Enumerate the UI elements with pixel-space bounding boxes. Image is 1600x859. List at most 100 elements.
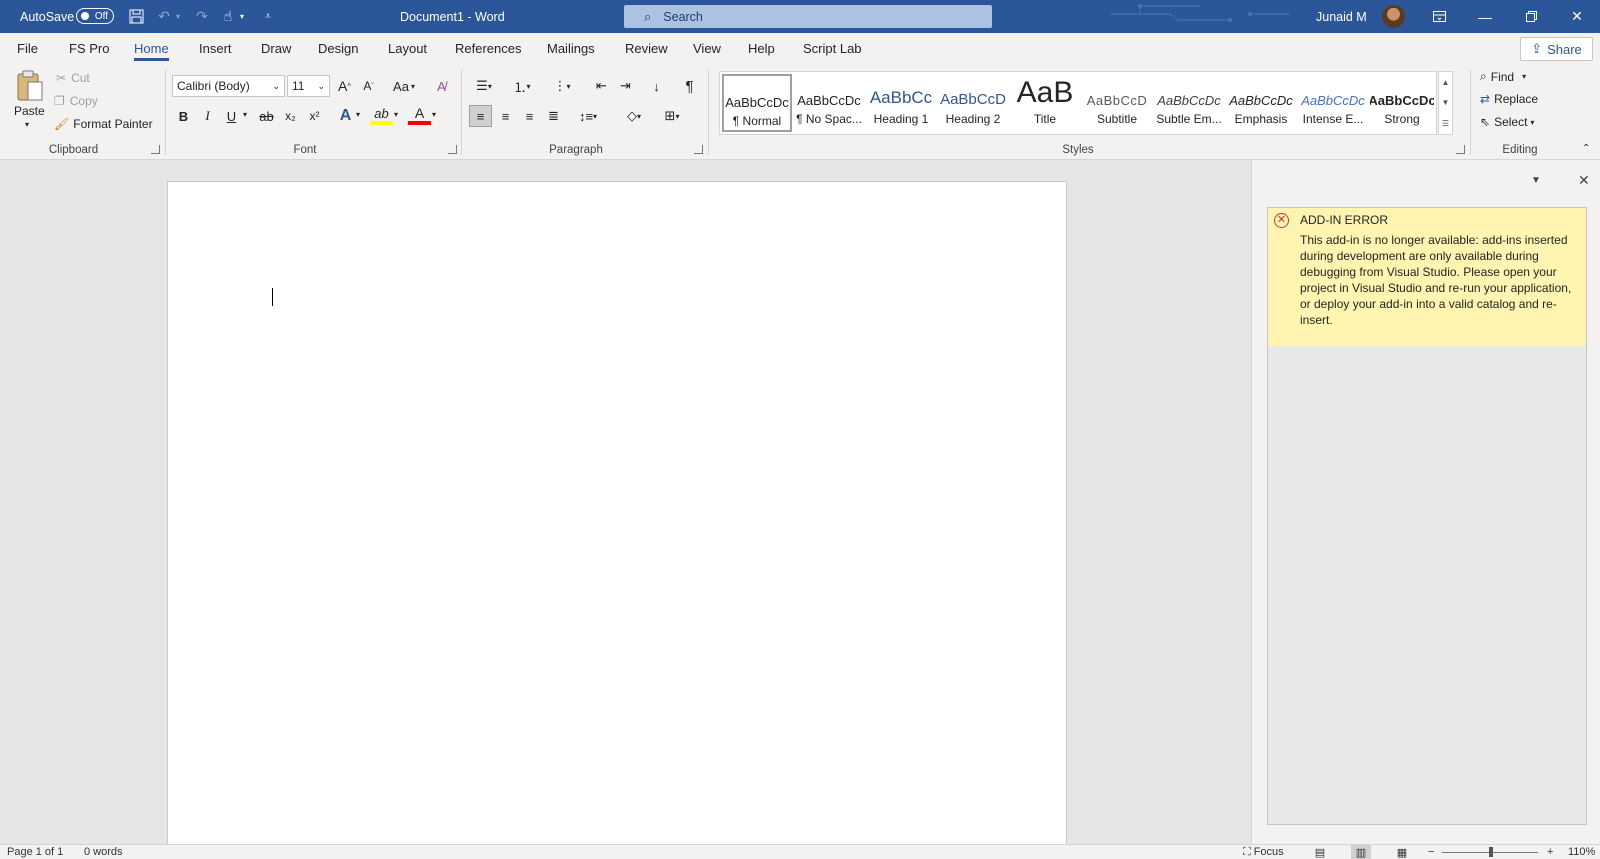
numbering-icon[interactable]: ⒈ ▾ <box>506 75 538 97</box>
text-effects-button[interactable]: A <box>334 105 357 127</box>
style-heading-2[interactable]: AaBbCcD Heading 2 <box>938 74 1008 132</box>
tab-insert[interactable]: Insert <box>199 33 232 65</box>
paste-dropdown-icon[interactable]: ▾ <box>25 120 29 129</box>
paragraph-launcher-icon[interactable] <box>694 145 703 154</box>
paste-icon[interactable] <box>14 70 46 102</box>
font-color-button[interactable]: A <box>408 105 431 125</box>
touch-mode-icon[interactable]: ☝ <box>218 0 238 33</box>
document-page[interactable] <box>167 181 1067 859</box>
tab-draw[interactable]: Draw <box>261 33 291 65</box>
minimize-icon[interactable]: — <box>1462 0 1508 33</box>
change-case-button[interactable]: Aa ▾ <box>387 75 421 97</box>
superscript-button[interactable]: x² <box>303 105 326 127</box>
tab-fs-pro[interactable]: FS Pro <box>69 33 109 65</box>
justify-icon[interactable]: ≣ <box>542 105 565 127</box>
style-title[interactable]: AaB Title <box>1010 74 1080 132</box>
tab-mailings[interactable]: Mailings <box>547 33 595 65</box>
more-icon[interactable]: ☰ <box>1442 119 1449 128</box>
align-center-icon[interactable]: ≡ <box>494 105 517 127</box>
clipboard-launcher-icon[interactable] <box>151 145 160 154</box>
copy-button[interactable]: ❐ Copy <box>54 94 98 108</box>
page-count[interactable]: Page 1 of 1 <box>7 846 63 858</box>
style-subtitle[interactable]: AaBbCcD Subtitle <box>1082 74 1152 132</box>
undo-dropdown-icon[interactable]: ▾ <box>172 0 184 33</box>
align-right-icon[interactable]: ≡ <box>518 105 541 127</box>
search-box[interactable]: ⌕ Search <box>624 5 992 28</box>
decrease-indent-icon[interactable]: ⇤ <box>590 75 613 97</box>
align-left-icon[interactable]: ≡ <box>469 105 492 127</box>
tab-home[interactable]: Home <box>134 33 169 65</box>
collapse-ribbon-icon[interactable]: ⌃ <box>1582 143 1590 154</box>
focus-button[interactable]: ⛶ Focus <box>1243 846 1284 859</box>
chevron-down-icon[interactable]: ▼ <box>1442 98 1450 107</box>
print-layout-icon[interactable]: ▥ <box>1351 845 1371 859</box>
show-marks-icon[interactable]: ¶ <box>678 75 701 97</box>
tab-layout[interactable]: Layout <box>388 33 427 65</box>
undo-icon[interactable]: ↶ <box>154 0 174 33</box>
tab-review[interactable]: Review <box>625 33 668 65</box>
style-emphasis[interactable]: AaBbCcDc Emphasis <box>1226 74 1296 132</box>
cut-button[interactable]: ✂ Cut <box>56 71 90 85</box>
grow-font-icon[interactable]: A ^ <box>333 75 356 97</box>
autosave-toggle[interactable]: Off <box>76 8 114 24</box>
web-layout-icon[interactable]: ▦ <box>1392 845 1412 859</box>
zoom-slider-thumb[interactable] <box>1489 847 1493 857</box>
read-mode-icon[interactable]: ▤ <box>1310 845 1330 859</box>
save-icon[interactable] <box>126 0 146 33</box>
italic-button[interactable]: I <box>196 105 219 127</box>
style-strong[interactable]: AaBbCcDc Strong <box>1370 74 1434 132</box>
underline-button[interactable]: U <box>220 105 243 127</box>
pane-options-icon[interactable]: ▼ <box>1531 175 1541 186</box>
zoom-out-icon[interactable]: − <box>1428 846 1434 858</box>
close-icon[interactable]: ✕ <box>1554 0 1600 33</box>
share-button[interactable]: ⇪ Share <box>1520 37 1593 61</box>
shrink-font-icon[interactable]: Aˇ <box>357 75 380 97</box>
tab-file[interactable]: File <box>17 33 38 65</box>
restore-icon[interactable] <box>1508 0 1554 33</box>
paste-label[interactable]: Paste <box>14 104 45 118</box>
style-no-spacing[interactable]: AaBbCcDc ¶ No Spac... <box>794 74 864 132</box>
customize-qat-icon[interactable]: ⩡ <box>258 0 278 33</box>
tab-references[interactable]: References <box>455 33 521 65</box>
multilevel-list-icon[interactable]: ⋮ ▾ <box>546 75 578 97</box>
highlight-dropdown-icon[interactable]: ▾ <box>394 110 398 119</box>
tab-view[interactable]: View <box>693 33 721 65</box>
bold-button[interactable]: B <box>172 105 195 127</box>
style-subtle-emphasis[interactable]: AaBbCcDc Subtle Em... <box>1154 74 1224 132</box>
font-launcher-icon[interactable] <box>448 145 457 154</box>
sort-icon[interactable]: ↓ <box>645 75 668 97</box>
close-pane-icon[interactable]: ✕ <box>1578 172 1590 189</box>
word-count[interactable]: 0 words <box>84 846 123 858</box>
borders-icon[interactable]: ⊞ ▾ <box>656 105 688 127</box>
format-painter-button[interactable]: 🖌 Format Painter <box>54 117 153 131</box>
subscript-button[interactable]: x₂ <box>279 105 302 127</box>
replace-button[interactable]: ⇄ Replace <box>1480 92 1538 106</box>
tab-script-lab[interactable]: Script Lab <box>803 33 862 65</box>
highlight-button[interactable]: ab <box>370 105 393 125</box>
redo-icon[interactable]: ↷ <box>192 0 212 33</box>
tab-help[interactable]: Help <box>748 33 775 65</box>
user-name[interactable]: Junaid M <box>1316 0 1367 33</box>
styles-gallery-scroll[interactable]: ▲ ▼ ☰ <box>1438 71 1453 135</box>
zoom-in-icon[interactable]: + <box>1547 846 1553 858</box>
bullets-icon[interactable]: ☰ ▾ <box>468 75 500 97</box>
select-button[interactable]: ⇖ Select ▾ <box>1480 115 1534 129</box>
line-spacing-icon[interactable]: ↕≡ ▾ <box>572 105 604 127</box>
chevron-up-icon[interactable]: ▲ <box>1442 78 1450 87</box>
tab-design[interactable]: Design <box>318 33 358 65</box>
style-heading-1[interactable]: AaBbCc Heading 1 <box>866 74 936 132</box>
font-color-dropdown-icon[interactable]: ▾ <box>432 110 436 119</box>
zoom-level[interactable]: 110% <box>1568 846 1595 858</box>
styles-launcher-icon[interactable] <box>1456 145 1465 154</box>
increase-indent-icon[interactable]: ⇥ <box>614 75 637 97</box>
touch-dropdown-icon[interactable]: ▾ <box>236 0 248 33</box>
underline-dropdown-icon[interactable]: ▾ <box>243 110 247 119</box>
strikethrough-button[interactable]: ab <box>255 105 278 127</box>
font-name-dropdown[interactable]: Calibri (Body) ⌄ <box>172 75 285 97</box>
find-button[interactable]: ⌕ Find ▾ <box>1480 69 1526 84</box>
style-intense-emphasis[interactable]: AaBbCcDc Intense E... <box>1298 74 1368 132</box>
avatar[interactable] <box>1382 5 1405 28</box>
text-effects-dropdown-icon[interactable]: ▾ <box>356 110 360 119</box>
shading-icon[interactable]: ◇ ▾ <box>618 105 650 127</box>
style-normal[interactable]: AaBbCcDc ¶ Normal <box>722 74 792 132</box>
